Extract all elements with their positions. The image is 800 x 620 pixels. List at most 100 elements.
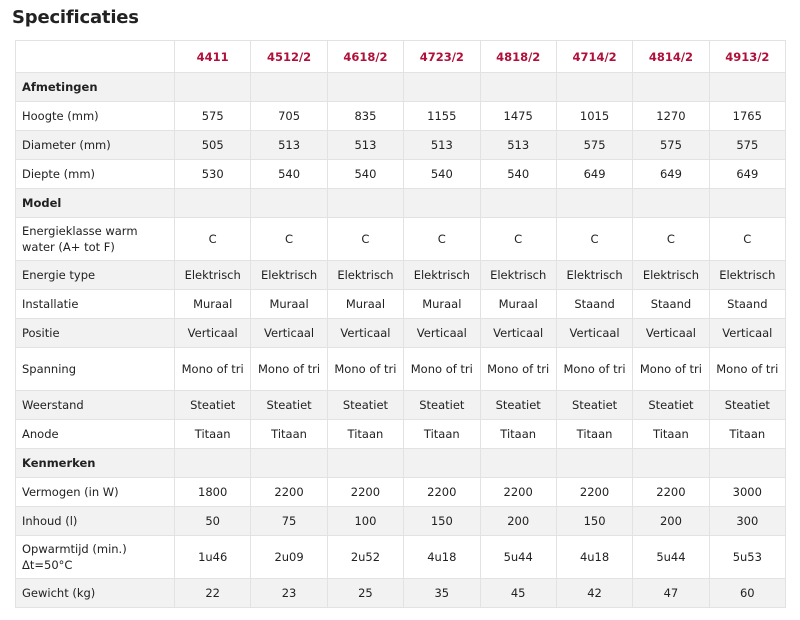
value-cell: Steatiet [250, 390, 328, 420]
model-header-cell: 4818/2 [479, 40, 557, 73]
section-empty-cell [250, 72, 328, 102]
row-label: Energie type [15, 260, 175, 290]
value-cell: Staand [632, 289, 710, 319]
value-cell: 2200 [479, 477, 557, 507]
model-header-row: 4411 4512/2 4618/2 4723/2 4818/2 4714/2 4814/2… [15, 40, 787, 73]
value-cell: 150 [555, 506, 634, 536]
table-row: Spanning Mono of tri Mono of tri Mono of tr… [15, 347, 787, 391]
value-cell: 2u09 [250, 535, 328, 579]
value-cell: 649 [555, 159, 634, 189]
value-cell: Staand [708, 289, 787, 319]
value-cell: Muraal [173, 289, 252, 319]
value-cell: C [479, 217, 557, 261]
value-cell: Elektrisch [173, 260, 252, 290]
row-label: Installatie [15, 289, 175, 319]
model-header-cell: 4723/2 [403, 40, 481, 73]
section-empty-cell [708, 448, 787, 478]
model-header-cell: 4618/2 [326, 40, 405, 73]
value-cell: Verticaal [479, 318, 557, 348]
row-label: Hoogte (mm) [15, 101, 175, 131]
header-corner-cell [15, 40, 175, 73]
value-cell: 60 [708, 578, 787, 608]
value-cell: Titaan [632, 419, 710, 449]
value-cell: 1800 [173, 477, 252, 507]
value-cell: Steatiet [708, 390, 787, 420]
value-cell: Titaan [708, 419, 787, 449]
value-cell: 649 [708, 159, 787, 189]
value-cell: 513 [250, 130, 328, 160]
section-empty-cell [632, 72, 710, 102]
value-cell: 50 [173, 506, 252, 536]
value-cell: 23 [250, 578, 328, 608]
section-empty-cell [173, 72, 252, 102]
row-label: Opwarmtijd (min.) Δt=50°C [15, 535, 175, 579]
section-empty-cell [708, 188, 787, 218]
model-header-cell: 4714/2 [555, 40, 634, 73]
model-header-cell: 4411 [173, 40, 252, 73]
value-cell: 649 [632, 159, 710, 189]
value-cell: Verticaal [403, 318, 481, 348]
value-cell: 575 [708, 130, 787, 160]
value-cell: 1155 [403, 101, 481, 131]
table-row: Energieklasse warm water (A+ tot F) C C C C C… [15, 217, 787, 261]
value-cell: C [708, 217, 787, 261]
value-cell: Steatiet [403, 390, 481, 420]
section-empty-cell [403, 188, 481, 218]
value-cell: Elektrisch [326, 260, 405, 290]
value-cell: Verticaal [708, 318, 787, 348]
section-empty-cell [479, 72, 557, 102]
table-row: Gewicht (kg) 22 23 25 35 45 42 47 60 [15, 578, 787, 608]
page-title: Specificaties [12, 7, 139, 28]
section-empty-cell [479, 188, 557, 218]
model-header-cell: 4512/2 [250, 40, 328, 73]
value-cell: Titaan [326, 419, 405, 449]
value-cell: C [173, 217, 252, 261]
spec-page: Specificaties 4411 4512/2 4618/2 4723/2 4818… [0, 0, 800, 620]
value-cell: Steatiet [479, 390, 557, 420]
value-cell: Muraal [326, 289, 405, 319]
value-cell: C [403, 217, 481, 261]
model-header-cell: 4814/2 [632, 40, 710, 73]
value-cell: 45 [479, 578, 557, 608]
value-cell: 200 [479, 506, 557, 536]
value-cell: Elektrisch [479, 260, 557, 290]
value-cell: 47 [632, 578, 710, 608]
value-cell: Mono of tri [403, 347, 481, 391]
value-cell: Muraal [403, 289, 481, 319]
value-cell: 2200 [250, 477, 328, 507]
section-empty-cell [250, 448, 328, 478]
value-cell: Verticaal [555, 318, 634, 348]
value-cell: 2200 [326, 477, 405, 507]
specifications-table: 4411 4512/2 4618/2 4723/2 4818/2 4714/2 4814/2… [15, 40, 787, 608]
value-cell: 1765 [708, 101, 787, 131]
table-row: Vermogen (in W) 1800 2200 2200 2200 2200 2200 2… [15, 477, 787, 507]
row-label: Diepte (mm) [15, 159, 175, 189]
section-empty-cell [326, 448, 405, 478]
value-cell: Verticaal [250, 318, 328, 348]
value-cell: Steatiet [555, 390, 634, 420]
row-label: Diameter (mm) [15, 130, 175, 160]
value-cell: 2u52 [326, 535, 405, 579]
section-label: Model [15, 188, 175, 218]
model-header-cell: 4913/2 [708, 40, 787, 73]
section-empty-cell [250, 188, 328, 218]
value-cell: 505 [173, 130, 252, 160]
table-row: Diepte (mm) 530 540 540 540 540 649 649 649 [15, 159, 787, 189]
section-label: Afmetingen [15, 72, 175, 102]
value-cell: 530 [173, 159, 252, 189]
section-empty-cell [632, 188, 710, 218]
section-empty-cell [555, 72, 634, 102]
section-empty-cell [403, 72, 481, 102]
row-label: Positie [15, 318, 175, 348]
value-cell: 42 [555, 578, 634, 608]
section-empty-cell [403, 448, 481, 478]
value-cell: 540 [403, 159, 481, 189]
row-label: Anode [15, 419, 175, 449]
value-cell: Muraal [250, 289, 328, 319]
value-cell: Steatiet [632, 390, 710, 420]
value-cell: 5u44 [632, 535, 710, 579]
value-cell: Elektrisch [250, 260, 328, 290]
specifications-body: Afmetingen Hoogte (mm) 575 705 835 1155 1475 10… [15, 72, 787, 608]
value-cell: Elektrisch [403, 260, 481, 290]
value-cell: Mono of tri [173, 347, 252, 391]
